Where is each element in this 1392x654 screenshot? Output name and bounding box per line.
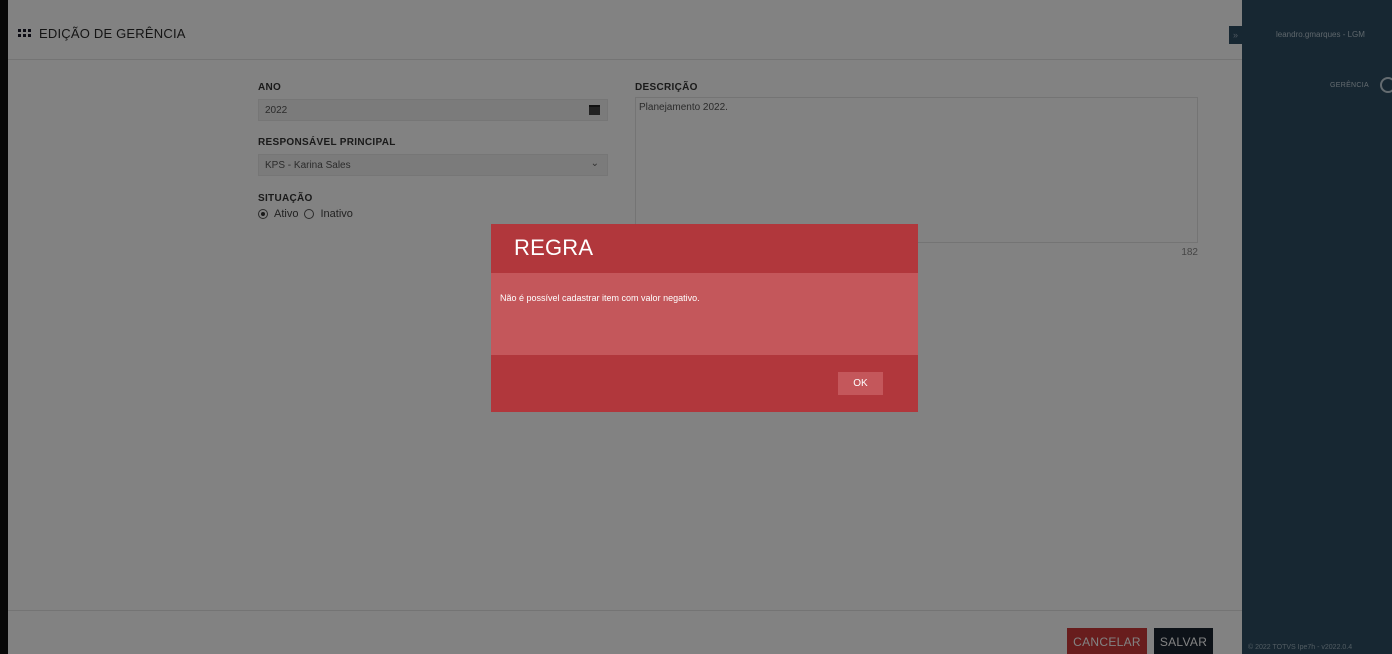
modal-footer: OK xyxy=(491,355,918,412)
modal-message: Não é possível cadastrar item com valor … xyxy=(491,273,918,355)
ok-button[interactable]: OK xyxy=(838,372,883,395)
alert-modal: REGRA Não é possível cadastrar item com … xyxy=(491,224,918,412)
modal-title: REGRA xyxy=(514,235,594,260)
modal-header: REGRA xyxy=(491,224,918,273)
